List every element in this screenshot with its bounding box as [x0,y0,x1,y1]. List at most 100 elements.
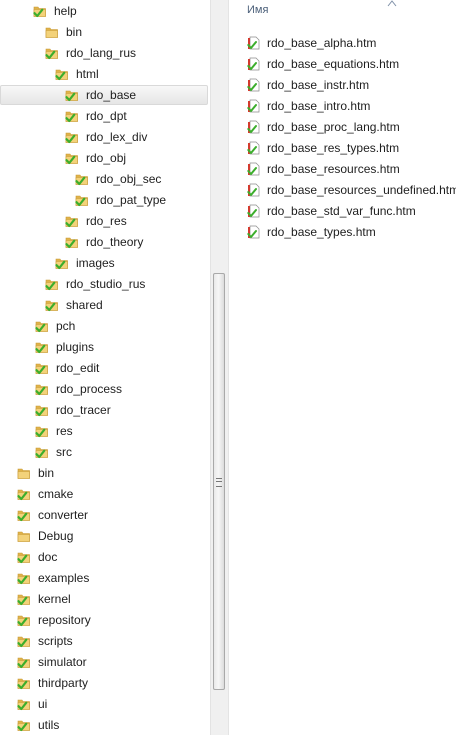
tree-item-html[interactable]: html [0,64,210,85]
file-item[interactable]: rdo_base_alpha.htm [229,33,456,54]
html-file-conflict-icon [247,204,261,218]
folder-synced-icon [17,676,31,690]
tree-item-plugins[interactable]: plugins [0,337,210,358]
folder-synced-icon [35,340,49,354]
folder-synced-icon [17,487,31,501]
html-file-conflict-icon [247,120,261,134]
folder-synced-icon [35,445,49,459]
tree-item-rdo-obj[interactable]: rdo_obj [0,148,210,169]
file-item[interactable]: rdo_base_std_var_func.htm [229,201,456,222]
file-name: rdo_base_std_var_func.htm [267,204,416,218]
tree-item-rdo-pat-type[interactable]: rdo_pat_type [0,190,210,211]
tree-item-rdo-process[interactable]: rdo_process [0,379,210,400]
file-item[interactable]: rdo_base_intro.htm [229,96,456,117]
tree-item-src[interactable]: src [0,442,210,463]
tree-item-label: bin [38,466,55,480]
html-file-conflict-icon [247,78,261,92]
tree-item-pch[interactable]: pch [0,316,210,337]
folder-synced-icon [17,571,31,585]
tree-item-label: rdo_process [56,382,123,396]
tree-item-res[interactable]: res [0,421,210,442]
folder-synced-icon [65,235,79,249]
tree-item-label: Debug [38,529,74,543]
file-name: rdo_base_intro.htm [267,99,371,113]
tree-item-rdo-base[interactable]: rdo_base [0,85,210,106]
file-name: rdo_base_equations.htm [267,57,400,71]
tree-item-images[interactable]: images [0,253,210,274]
tree-item-bin[interactable]: bin [0,22,210,43]
tree-item-label: examples [38,571,90,585]
tree-scrollbar[interactable] [210,0,228,735]
tree-item-simulator[interactable]: simulator [0,652,210,673]
tree-item-examples[interactable]: examples [0,568,210,589]
tree-item-rdo-lang-rus[interactable]: rdo_lang_rus [0,43,210,64]
html-file-conflict-icon [247,36,261,50]
tree-item-label: rdo_lex_div [86,130,148,144]
folder-synced-icon [17,697,31,711]
tree-item-rdo-theory[interactable]: rdo_theory [0,232,210,253]
tree-item-help[interactable]: help [0,1,210,22]
tree-item-shared[interactable]: shared [0,295,210,316]
scrollbar-thumb[interactable] [213,273,225,690]
folder-synced-icon [65,88,79,102]
tree-item-label: rdo_studio_rus [66,277,146,291]
folder-synced-icon [75,193,89,207]
tree-item-rdo-lex-div[interactable]: rdo_lex_div [0,127,210,148]
tree-item-bin[interactable]: bin [0,463,210,484]
tree-item-rdo-dpt[interactable]: rdo_dpt [0,106,210,127]
tree-item-label: ui [38,697,48,711]
file-item[interactable]: rdo_base_resources.htm [229,159,456,180]
tree-item-debug[interactable]: Debug [0,526,210,547]
folder-tree-pane[interactable]: help bin rdo_lang_rushtml rdo_base rdo_dptrd… [0,0,210,735]
file-name: rdo_base_res_types.htm [267,141,400,155]
tree-item-rdo-tracer[interactable]: rdo_tracer [0,400,210,421]
tree-item-ui[interactable]: ui [0,694,210,715]
folder-synced-icon [65,130,79,144]
file-item[interactable]: rdo_base_res_types.htm [229,138,456,159]
tree-item-rdo-studio-rus[interactable]: rdo_studio_rus [0,274,210,295]
tree-item-converter[interactable]: converter [0,505,210,526]
tree-item-utils[interactable]: utils [0,715,210,735]
file-list-pane[interactable]: Имя rdo_base_alpha.htm rdo_base_equations… [229,0,456,735]
file-item[interactable]: rdo_base_instr.htm [229,75,456,96]
tree-item-repository[interactable]: repository [0,610,210,631]
tree-item-label: rdo_obj [86,151,127,165]
tree-item-doc[interactable]: doc [0,547,210,568]
html-file-conflict-icon [247,183,261,197]
file-item[interactable]: rdo_base_resources_undefined.htm [229,180,456,201]
folder-synced-icon [35,382,49,396]
name-column-header[interactable]: Имя [247,0,397,16]
tree-item-label: kernel [38,592,71,606]
tree-item-label: rdo_res [86,214,127,228]
folder-synced-icon [17,634,31,648]
tree-item-rdo-res[interactable]: rdo_res [0,211,210,232]
tree-item-label: simulator [38,655,87,669]
tree-item-label: utils [38,718,60,732]
tree-item-thirdparty[interactable]: thirdparty [0,673,210,694]
file-item[interactable]: rdo_base_types.htm [229,222,456,243]
tree-item-label: plugins [56,340,95,354]
folder-synced-icon [17,508,31,522]
file-item[interactable]: rdo_base_equations.htm [229,54,456,75]
tree-item-cmake[interactable]: cmake [0,484,210,505]
html-file-conflict-icon [247,99,261,113]
folder-synced-icon [65,109,79,123]
folder-synced-icon [17,718,31,732]
folder-synced-icon [45,277,59,291]
folder-synced-icon [35,361,49,375]
folder-synced-icon [55,67,69,81]
folder-icon [45,25,59,39]
tree-item-kernel[interactable]: kernel [0,589,210,610]
file-name: rdo_base_proc_lang.htm [267,120,400,134]
tree-item-rdo-obj-sec[interactable]: rdo_obj_sec [0,169,210,190]
tree-item-label: help [54,4,77,18]
tree-item-label: rdo_lang_rus [66,46,137,60]
tree-item-scripts[interactable]: scripts [0,631,210,652]
folder-icon [17,466,31,480]
file-name: rdo_base_resources_undefined.htm [267,183,456,197]
tree-item-rdo-edit[interactable]: rdo_edit [0,358,210,379]
folder-synced-icon [55,256,69,270]
file-name: rdo_base_types.htm [267,225,376,239]
tree-item-label: rdo_pat_type [96,193,167,207]
file-item[interactable]: rdo_base_proc_lang.htm [229,117,456,138]
